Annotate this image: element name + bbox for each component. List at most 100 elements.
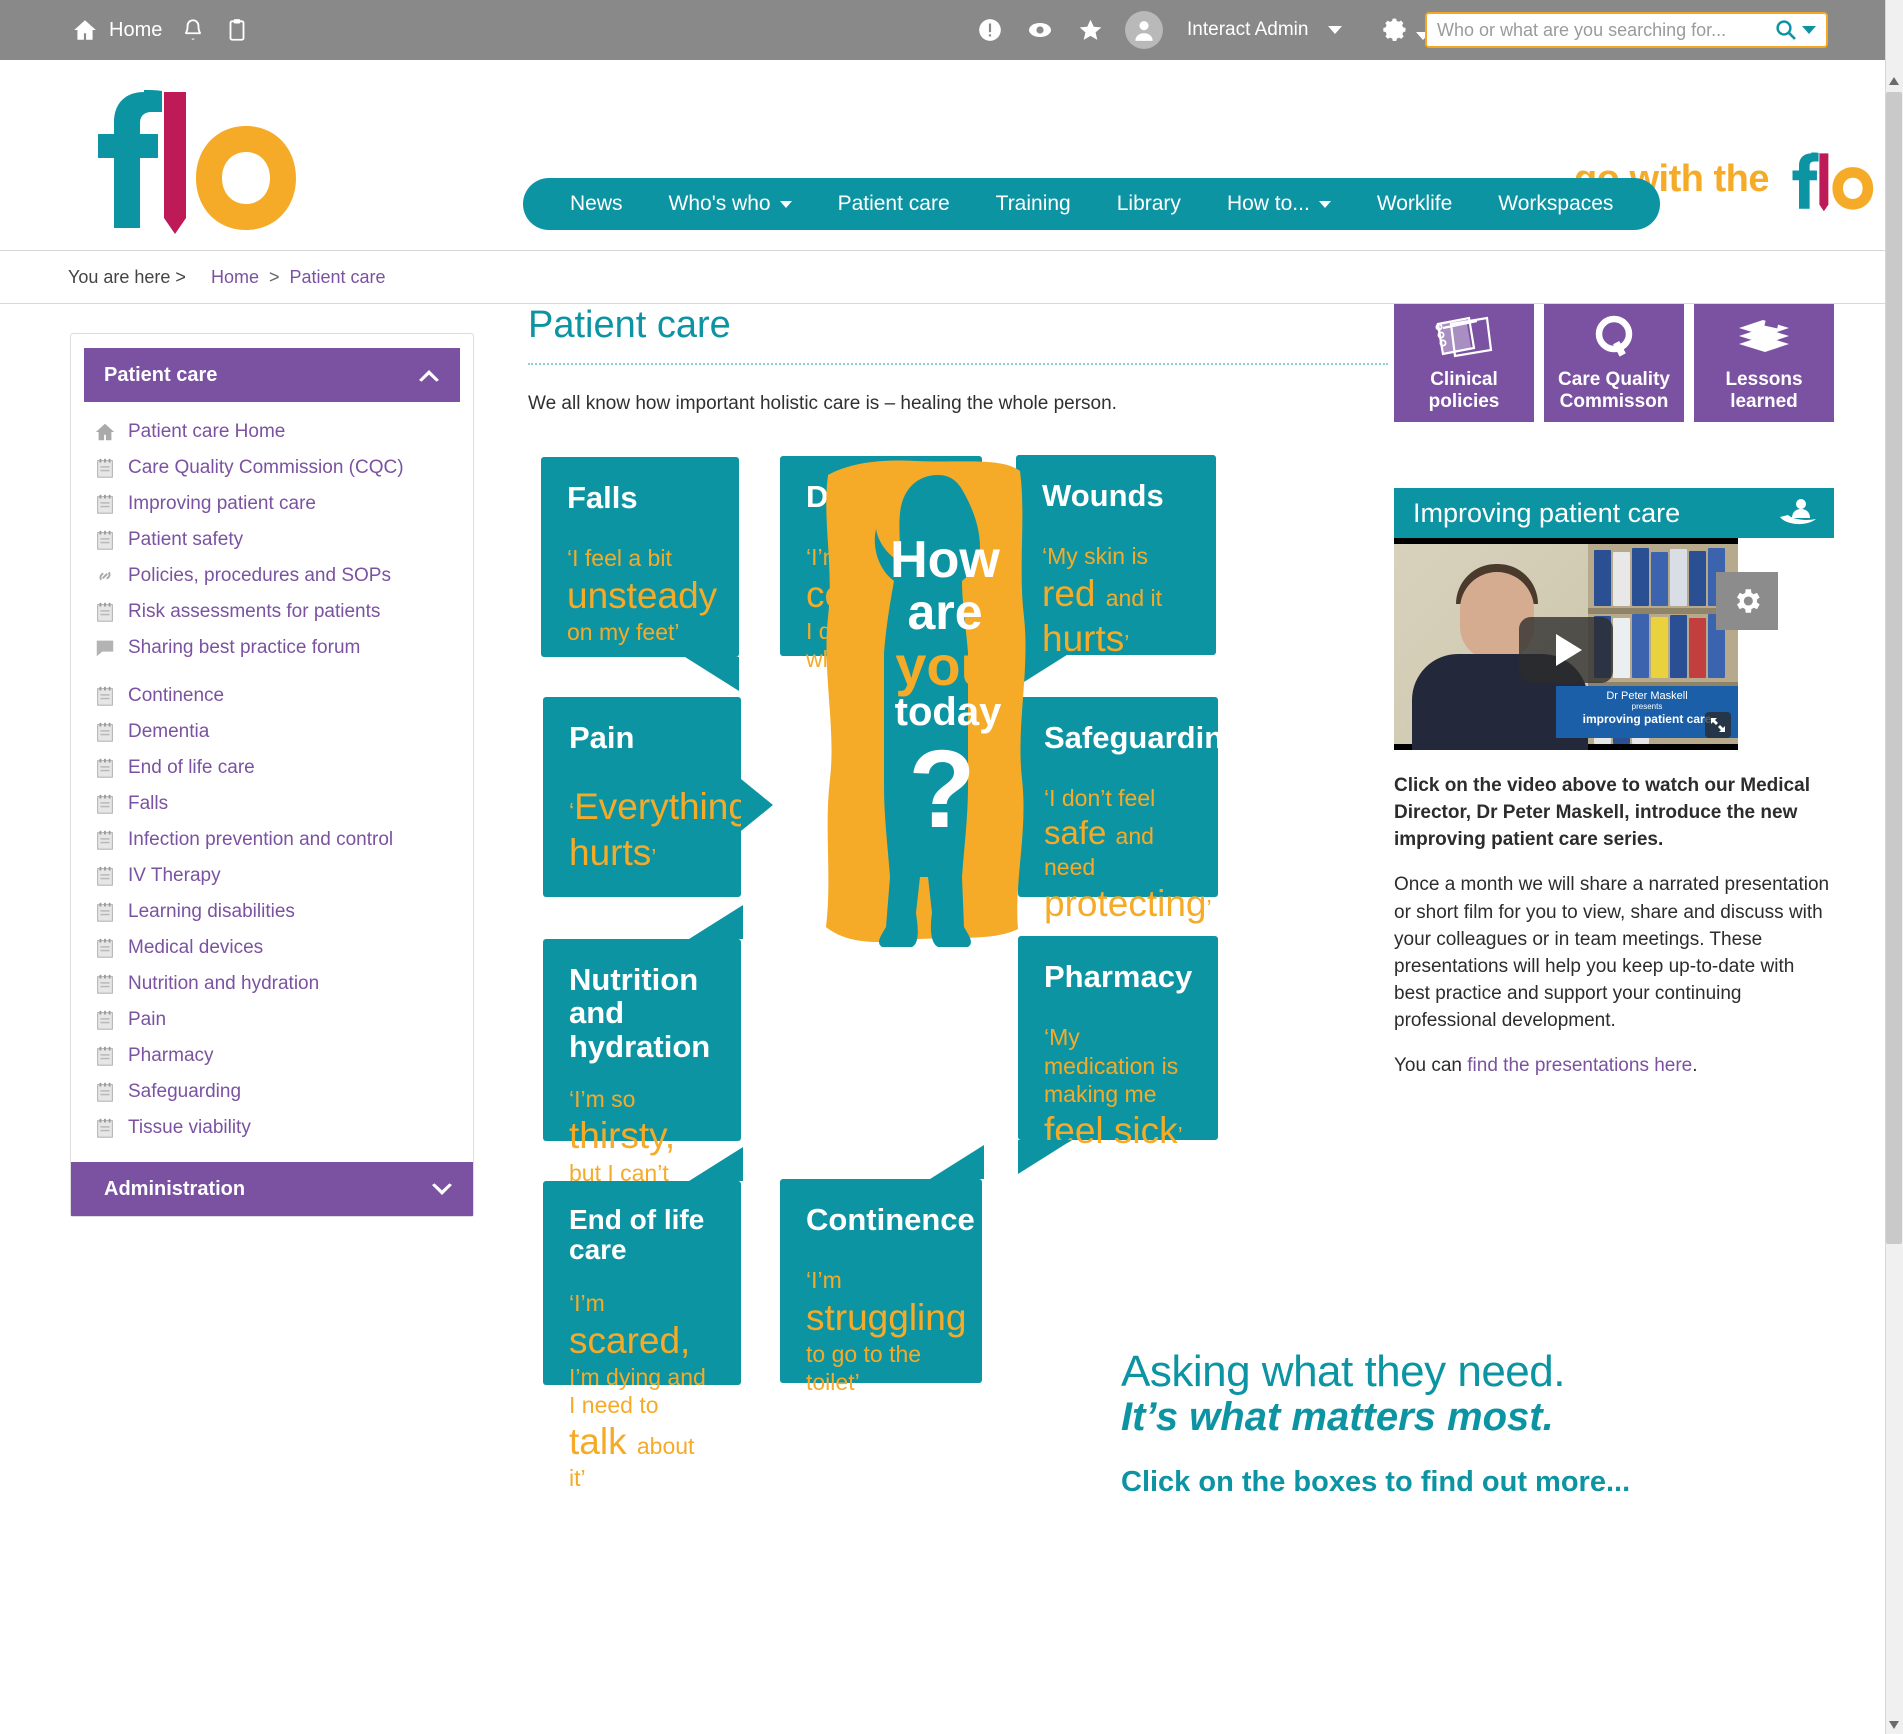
sidebar-footer-label: Administration: [104, 1177, 246, 1200]
chevron-up-icon: [419, 369, 439, 382]
chevron-down-icon[interactable]: [1328, 26, 1343, 34]
chevron-down-icon: [1318, 200, 1331, 208]
page-scrollbar[interactable]: [1885, 0, 1903, 1734]
nav-item-whos-who[interactable]: Who's who: [646, 178, 815, 230]
watch-button[interactable]: [1025, 15, 1055, 45]
bubble-pain[interactable]: Pain ‘Everything hurts’: [543, 697, 773, 897]
notebooks-icon: [1435, 316, 1493, 358]
sidebar-item-iv-therapy[interactable]: IV Therapy: [84, 858, 460, 894]
sidebar-item-end-of-life-care[interactable]: End of life care: [84, 750, 460, 786]
nav-item-library[interactable]: Library: [1094, 178, 1204, 230]
search-box[interactable]: [1425, 12, 1828, 48]
exclamation-circle-icon: [979, 19, 1001, 41]
chevron-down-icon: [432, 1182, 452, 1195]
sidebar-item-falls[interactable]: Falls: [84, 786, 460, 822]
sidebar-item-policies-procedures-sops[interactable]: Policies, procedures and SOPs: [84, 558, 460, 594]
tile-care-quality-commission[interactable]: Care Quality Commisson: [1544, 304, 1684, 422]
favourites-button[interactable]: [1075, 15, 1105, 45]
bubble-tail: [741, 779, 773, 831]
page-icon: [97, 602, 113, 622]
nav-item-training[interactable]: Training: [973, 178, 1094, 230]
sidebar-item-label: Continence: [128, 685, 225, 706]
search-input[interactable]: [1437, 19, 1774, 41]
sidebar-header-label: Patient care: [104, 363, 218, 386]
slogan-line-2: It’s what matters most.: [1121, 1395, 1554, 1439]
bubble-nutrition-and-hydration[interactable]: Nutrition and hydration ‘I’m so thirsty,…: [543, 905, 743, 1242]
chevron-down-icon: [779, 200, 792, 208]
breadcrumb-current[interactable]: Patient care: [289, 267, 385, 288]
caret-up-icon: [1889, 77, 1899, 85]
sidebar-item-pain[interactable]: Pain: [84, 1002, 460, 1038]
patient-silhouette-icon: How are you today ?: [826, 460, 1026, 947]
avatar[interactable]: [1125, 11, 1163, 49]
widget-settings-button[interactable]: [1716, 572, 1778, 630]
sidebar-header-patient-care[interactable]: Patient care: [84, 348, 460, 402]
scrollbar-thumb[interactable]: [1886, 92, 1902, 1244]
sidebar-item-label: IV Therapy: [128, 865, 221, 886]
sidebar-item-improving-patient-care[interactable]: Improving patient care: [84, 486, 460, 522]
bubble-quote: ‘My medication is making me feel sick’: [1044, 1024, 1183, 1151]
settings-button[interactable]: [1380, 15, 1410, 45]
sidebar-item-medical-devices[interactable]: Medical devices: [84, 930, 460, 966]
sidebar-item-patient-care-home[interactable]: Patient care Home: [84, 414, 460, 450]
flo-logo[interactable]: [60, 70, 320, 240]
play-button[interactable]: [1519, 617, 1613, 683]
sidebar-item-label: Patient care Home: [128, 421, 286, 442]
sidebar-item-safeguarding[interactable]: Safeguarding: [84, 1074, 460, 1110]
sidebar-item-sharing-best-practice-forum[interactable]: Sharing best practice forum: [84, 630, 460, 666]
sidebar-item-label: Infection prevention and control: [128, 829, 394, 850]
graphic-line-1: How: [890, 531, 1000, 589]
sidebar-item-continence[interactable]: Continence: [84, 678, 460, 714]
nav-item-news[interactable]: News: [547, 178, 646, 230]
nav-item-worklife[interactable]: Worklife: [1354, 178, 1475, 230]
fullscreen-button[interactable]: [1705, 712, 1731, 738]
video-player[interactable]: Dr Peter Maskell presents improving pati…: [1394, 538, 1738, 750]
topbar-home-link[interactable]: Home: [72, 17, 162, 43]
presenter-name: Dr Peter Maskell: [1606, 690, 1688, 702]
bubble-end-of-life-care[interactable]: End of life care ‘I’m scared, I’m dying …: [543, 1147, 743, 1491]
bubble-falls[interactable]: Falls ‘I feel a bit unsteady on my feet’: [541, 457, 739, 691]
tile-clinical-policies[interactable]: Clinical policies: [1394, 304, 1534, 422]
sidebar-item-cqc[interactable]: Care Quality Commission (CQC): [84, 450, 460, 486]
page-icon: [97, 938, 113, 958]
page-icon: [97, 866, 113, 886]
bubble-tail: [1018, 1140, 1072, 1174]
scroll-up-button[interactable]: [1886, 72, 1902, 90]
tile-lessons-learned[interactable]: Lessons learned: [1694, 304, 1834, 422]
clipboard-icon[interactable]: [224, 17, 250, 43]
sidebar-item-risk-assessments[interactable]: Risk assessments for patients: [84, 594, 460, 630]
sidebar-item-label: Risk assessments for patients: [128, 601, 381, 622]
cqc-q-icon: [1595, 315, 1633, 357]
video-thumbnail: Dr Peter Maskell presents improving pati…: [1394, 544, 1738, 750]
bubble-continence[interactable]: Continence ‘I’m struggling to go to the …: [780, 1145, 984, 1395]
sidebar-item-infection-prevention-and-control[interactable]: Infection prevention and control: [84, 822, 460, 858]
alerts-button[interactable]: [975, 15, 1005, 45]
presentations-link[interactable]: find the presentations here: [1467, 1055, 1692, 1076]
caret-down-icon: [1889, 1721, 1899, 1729]
sidebar-item-pharmacy[interactable]: Pharmacy: [84, 1038, 460, 1074]
sidebar-item-label: Nutrition and hydration: [128, 973, 320, 994]
bell-icon[interactable]: [180, 17, 206, 43]
nav-item-workspaces[interactable]: Workspaces: [1475, 178, 1636, 230]
video-desc-para-1: Click on the video above to watch our Me…: [1394, 775, 1810, 851]
para3-suffix: .: [1692, 1055, 1698, 1077]
search-chevron-down-icon[interactable]: [1802, 26, 1816, 34]
sidebar-item-learning-disabilities[interactable]: Learning disabilities: [84, 894, 460, 930]
scroll-down-button[interactable]: [1886, 1716, 1902, 1734]
sidebar-item-tissue-viability[interactable]: Tissue viability: [84, 1110, 460, 1146]
breadcrumb-home-link[interactable]: Home: [211, 267, 259, 288]
main-content: Patient care We all know how important h…: [528, 304, 1630, 1498]
sidebar-item-patient-safety[interactable]: Patient safety: [84, 522, 460, 558]
sidebar-list: Patient care Home Care Quality Commissio…: [84, 402, 460, 1154]
books-stack-icon: [1739, 319, 1789, 353]
sidebar-footer-administration[interactable]: Administration: [71, 1162, 473, 1216]
sidebar-item-dementia[interactable]: Dementia: [84, 714, 460, 750]
tile-label-1: Lessons: [1725, 369, 1803, 391]
sidebar-item-nutrition-and-hydration[interactable]: Nutrition and hydration: [84, 966, 460, 1002]
nav-item-how-to[interactable]: How to...: [1204, 178, 1354, 230]
search-icon[interactable]: [1774, 18, 1798, 42]
star-icon: [1079, 19, 1101, 40]
nav-item-patient-care[interactable]: Patient care: [815, 178, 973, 230]
bubble-title: Continence: [806, 1202, 975, 1237]
video-header-label: Improving patient care: [1413, 497, 1681, 528]
